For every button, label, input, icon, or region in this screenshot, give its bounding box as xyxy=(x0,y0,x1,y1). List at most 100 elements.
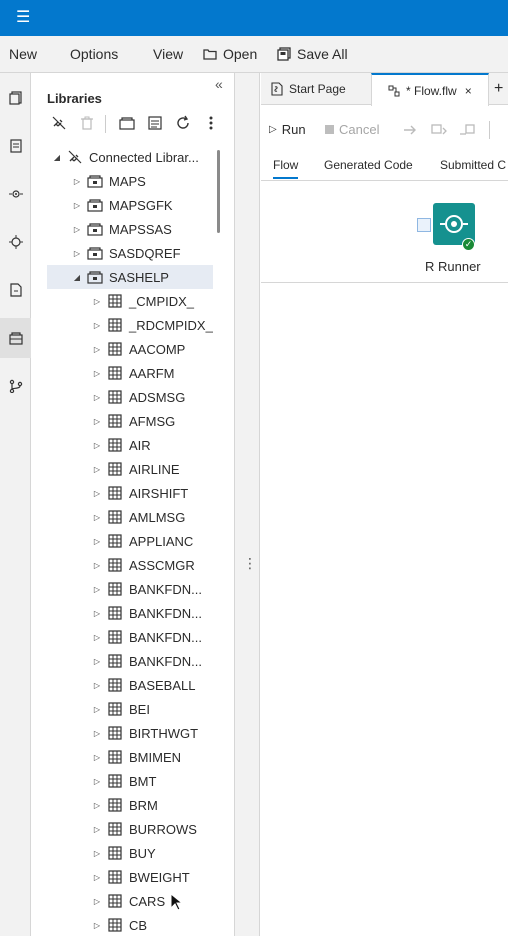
subtab-generated-code[interactable]: Generated Code xyxy=(324,158,413,172)
tree-node-table[interactable]: ▷ AACOMP xyxy=(93,337,185,361)
tree-node-table[interactable]: ▷ AIRLINE xyxy=(93,457,180,481)
expanded-triangle-icon[interactable]: ◢ xyxy=(73,273,81,282)
collapsed-triangle-icon[interactable]: ▷ xyxy=(73,177,81,186)
tree-node-table[interactable]: ▷ AMLMSG xyxy=(93,505,185,529)
collapsed-triangle-icon[interactable]: ▷ xyxy=(93,777,101,786)
refresh-icon[interactable] xyxy=(175,115,191,131)
collapsed-triangle-icon[interactable]: ▷ xyxy=(93,417,101,426)
collapsed-triangle-icon[interactable]: ▷ xyxy=(93,345,101,354)
tree-node-library[interactable]: ▷ SASDQREF xyxy=(73,241,181,265)
hamburger-menu-icon[interactable]: ☰ xyxy=(16,10,30,26)
collapsed-triangle-icon[interactable]: ▷ xyxy=(93,705,101,714)
drag-handle-icon[interactable]: ⋮ xyxy=(243,556,257,570)
tree-node-table[interactable]: ▷ BUY xyxy=(93,841,156,865)
collapsed-triangle-icon[interactable]: ▷ xyxy=(93,321,101,330)
tree-scrollbar[interactable] xyxy=(217,150,220,233)
tree-node-library[interactable]: ▷ MAPSSAS xyxy=(73,217,172,241)
file-references-icon[interactable] xyxy=(0,270,31,310)
tab-start-page[interactable]: Start Page xyxy=(271,73,346,105)
collapsed-triangle-icon[interactable]: ▷ xyxy=(73,249,81,258)
run-selected-icon xyxy=(431,124,447,135)
tree-node-table[interactable]: ▷ BMT xyxy=(93,769,157,793)
document-icon[interactable] xyxy=(0,126,31,166)
libraries-icon[interactable] xyxy=(0,318,31,358)
collapsed-triangle-icon[interactable]: ▷ xyxy=(93,585,101,594)
collapse-panel-icon[interactable]: « xyxy=(215,76,223,92)
tree-node-table[interactable]: ▷ CB xyxy=(93,913,147,937)
collapsed-triangle-icon[interactable]: ▷ xyxy=(93,633,101,642)
collapsed-triangle-icon[interactable]: ▷ xyxy=(93,825,101,834)
tree-node-table[interactable]: ▷ BANKFDN... xyxy=(93,601,202,625)
new-library-icon[interactable] xyxy=(119,115,135,131)
open-button[interactable]: Open xyxy=(203,46,257,62)
collapsed-triangle-icon[interactable]: ▷ xyxy=(93,393,101,402)
tree-node-table[interactable]: ▷ ADSMSG xyxy=(93,385,185,409)
panel-splitter[interactable]: ⋮ xyxy=(235,73,260,936)
collapsed-triangle-icon[interactable]: ▷ xyxy=(93,609,101,618)
tree-node-library[interactable]: ▷ MAPS xyxy=(73,169,146,193)
tree-node-table[interactable]: ▷ BURROWS xyxy=(93,817,197,841)
tab-flow[interactable]: * Flow.flw × xyxy=(371,73,489,106)
collapsed-triangle-icon[interactable]: ▷ xyxy=(93,921,101,930)
new-tab-button[interactable]: + xyxy=(494,73,503,105)
new-menu[interactable]: New xyxy=(9,46,37,62)
close-tab-icon[interactable]: × xyxy=(465,84,472,98)
tree-node-table[interactable]: ▷ AARFM xyxy=(93,361,175,385)
collapsed-triangle-icon[interactable]: ▷ xyxy=(93,537,101,546)
tree-node-table[interactable]: ▷ BANKFDN... xyxy=(93,649,202,673)
tree-node-table[interactable]: ▷ BIRTHWGT xyxy=(93,721,198,745)
collapsed-triangle-icon[interactable]: ▷ xyxy=(93,441,101,450)
collapsed-triangle-icon[interactable]: ▷ xyxy=(73,201,81,210)
tree-node-table[interactable]: ▷ BRM xyxy=(93,793,158,817)
tree-node-table[interactable]: ▷ CARS xyxy=(93,889,165,913)
tree-node-table[interactable]: ▷ BANKFDN... xyxy=(93,625,202,649)
collapsed-triangle-icon[interactable]: ▷ xyxy=(93,873,101,882)
tree-node-library[interactable]: ◢ SASHELP xyxy=(47,265,213,289)
collapsed-triangle-icon[interactable]: ▷ xyxy=(93,297,101,306)
collapsed-triangle-icon[interactable]: ▷ xyxy=(93,849,101,858)
more-options-icon[interactable] xyxy=(203,115,219,131)
save-all-button[interactable]: Save All xyxy=(277,46,348,62)
tree-node-table[interactable]: ▷ _RDCMPIDX_ xyxy=(93,313,213,337)
tree-node-library[interactable]: ▷ MAPSGFK xyxy=(73,193,173,217)
subtab-flow[interactable]: Flow xyxy=(273,158,299,179)
collapsed-triangle-icon[interactable]: ▷ xyxy=(93,369,101,378)
tree-node-table[interactable]: ▷ APPLIANC xyxy=(93,529,193,553)
collapsed-triangle-icon[interactable]: ▷ xyxy=(93,801,101,810)
snippets-icon[interactable] xyxy=(0,174,31,214)
collapsed-triangle-icon[interactable]: ▷ xyxy=(93,561,101,570)
view-menu[interactable]: View xyxy=(153,46,183,62)
tree-node-connected-libraries[interactable]: ◢ Connected Librar... xyxy=(53,145,199,169)
collapsed-triangle-icon[interactable]: ▷ xyxy=(93,897,101,906)
tree-node-table[interactable]: ▷ BANKFDN... xyxy=(93,577,202,601)
run-button[interactable]: ▷ Run xyxy=(269,122,306,137)
flow-canvas[interactable]: ✓ R Runner xyxy=(261,181,508,283)
collapsed-triangle-icon[interactable]: ▷ xyxy=(93,681,101,690)
tree-node-table[interactable]: ▷ BWEIGHT xyxy=(93,865,190,889)
tree-node-table[interactable]: ▷ AIRSHIFT xyxy=(93,481,188,505)
disconnect-icon[interactable] xyxy=(51,115,67,131)
collapsed-triangle-icon[interactable]: ▷ xyxy=(93,729,101,738)
open-items-icon[interactable] xyxy=(0,78,31,118)
collapsed-triangle-icon[interactable]: ▷ xyxy=(93,657,101,666)
tree-node-table[interactable]: ▷ ASSCMGR xyxy=(93,553,195,577)
table-properties-icon[interactable] xyxy=(147,115,163,131)
tasks-icon[interactable] xyxy=(0,222,31,262)
tree-node-table[interactable]: ▷ AIR xyxy=(93,433,151,457)
options-menu[interactable]: Options xyxy=(70,46,118,62)
collapsed-triangle-icon[interactable]: ▷ xyxy=(73,225,81,234)
git-branch-icon[interactable] xyxy=(0,366,31,406)
tree-node-label: SASDQREF xyxy=(109,245,181,261)
tree-node-table[interactable]: ▷ _CMPIDX_ xyxy=(93,289,194,313)
tree-node-table[interactable]: ▷ BASEBALL xyxy=(93,673,196,697)
collapsed-triangle-icon[interactable]: ▷ xyxy=(93,489,101,498)
collapsed-triangle-icon[interactable]: ▷ xyxy=(93,513,101,522)
collapsed-triangle-icon[interactable]: ▷ xyxy=(93,465,101,474)
subtab-submitted-code[interactable]: Submitted C xyxy=(440,158,506,172)
tree-node-table[interactable]: ▷ AFMSG xyxy=(93,409,175,433)
tree-node-table[interactable]: ▷ BEI xyxy=(93,697,150,721)
tree-node-table[interactable]: ▷ BMIMEN xyxy=(93,745,181,769)
node-input-port[interactable] xyxy=(417,218,431,232)
collapsed-triangle-icon[interactable]: ▷ xyxy=(93,753,101,762)
expanded-triangle-icon[interactable]: ◢ xyxy=(53,153,61,162)
